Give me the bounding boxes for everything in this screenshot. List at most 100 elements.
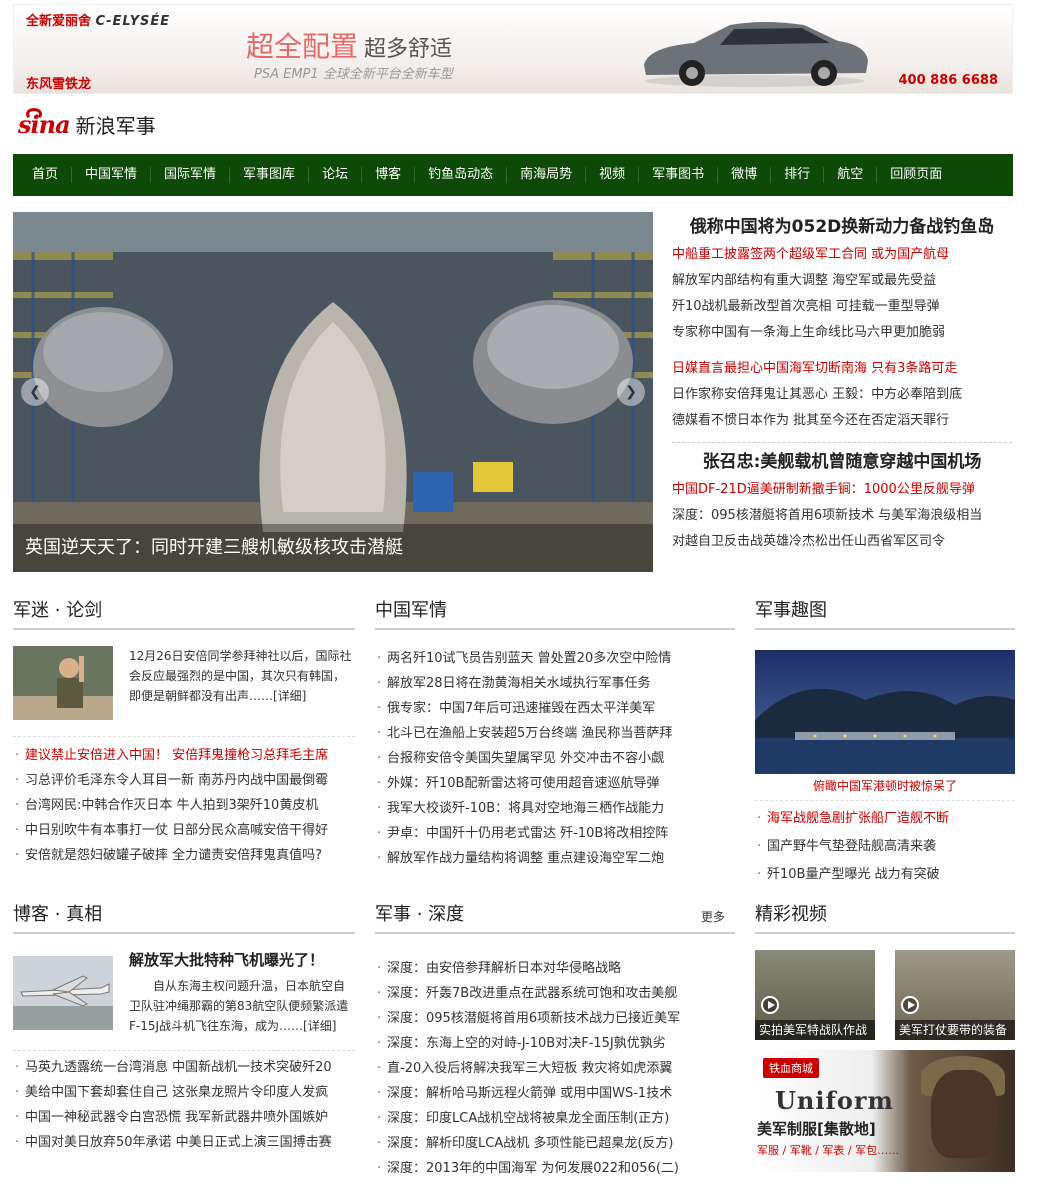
section-title[interactable]: 博客 · 真相 (13, 900, 355, 934)
list-item[interactable]: 俄专家：中国7年后可迅速摧毁在西太平洋美军 (375, 696, 735, 721)
video-card[interactable]: 实拍美军特战队作战 (755, 950, 875, 1040)
sina-eye-icon (26, 107, 42, 120)
list-item[interactable]: 习总评价毛泽东令人耳目一新 南苏丹内战中国最倒霉 (13, 768, 355, 793)
main-nav: 首页 中国军情 国际军情 军事图库 论坛 博客 钓鱼岛动态 南海局势 视频 军事… (13, 154, 1013, 196)
nav-gallery[interactable]: 军事图库 (230, 167, 310, 183)
list-item[interactable]: 北斗已在渔船上安装超5万台终端 渔民称当菩萨拜 (375, 721, 735, 746)
headline-item[interactable]: 歼10战机最新改型首次亮相 可挂载一重型导弹 (672, 294, 1012, 320)
list-item[interactable]: 深度：印度LCA战机空战将被臬龙全面压制(正方) (375, 1106, 735, 1131)
divider (672, 442, 1012, 443)
promo-title: Uniform (775, 1086, 894, 1115)
section-videos: 精彩视频 实拍美军特战队作战 美军打仗要带的装备 铁血商城 Uniform 美军… (755, 900, 1015, 1172)
nav-blog[interactable]: 博客 (362, 167, 416, 183)
list-item[interactable]: 安倍就是怨妇破罐子破摔 全力谴责安倍拜鬼真值吗? (13, 843, 355, 868)
list-item[interactable]: 歼10B量产型曝光 战力有突破 (755, 861, 1015, 889)
headline-main-2[interactable]: 张召忠:美舰载机曾随意穿越中国机场 (672, 447, 1012, 477)
video-card[interactable]: 美军打仗要带的装备 (895, 950, 1015, 1040)
section-title[interactable]: 中国军情 (375, 596, 735, 630)
headline-item[interactable]: 中国DF-21D逼美研制新撒手锏：1000公里反舰导弹 (672, 477, 1012, 503)
nav-south-sea[interactable]: 南海局势 (507, 167, 587, 183)
list-item[interactable]: 深度：由安倍参拜解析日本对华侵略战略 (375, 956, 735, 981)
list-item[interactable]: 深度：095核潜艇将首用6项新技术战力已接近美军 (375, 1006, 735, 1031)
nav-diaoyu[interactable]: 钓鱼岛动态 (415, 167, 508, 183)
list-item[interactable]: 深度：解析哈马斯远程火箭弹 或用中国WS-1技术 (375, 1081, 735, 1106)
list-item[interactable]: 美给中国下套却套住自己 这张臬龙照片令印度人发疯 (13, 1080, 355, 1105)
nav-aviation[interactable]: 航空 (824, 167, 878, 183)
blog-text[interactable]: 自从东海主权问题升温，日本航空自卫队驻冲绳那霸的第83航空队便频繁派遣F-15J… (129, 976, 355, 1036)
section-title[interactable]: 军事趣图 (755, 596, 1015, 630)
image-caption[interactable]: 俯瞰中国军港顿时被惊呆了 (755, 774, 1015, 798)
nav-video[interactable]: 视频 (586, 167, 640, 183)
section-title: 军事 · 深度 更多 (375, 900, 735, 934)
list-item[interactable]: 中国一神秘武器令白宫恐慌 我军新武器井喷外国嫉妒 (13, 1105, 355, 1130)
ad-maker: 东风雪铁龙 (26, 77, 92, 92)
headline-item[interactable]: 日媒直言最担心中国海军切断南海 只有3条路可走 (672, 356, 1012, 382)
list-item[interactable]: 尹卓：中国歼十仍用老式雷达 歼-10B将改相控阵 (375, 821, 735, 846)
headline-item[interactable]: 中船重工披露签两个超级军工合同 或为国产航母 (672, 242, 1012, 268)
promo-subtitle: 美军制服[集散地] (757, 1120, 876, 1138)
section-china-military: 中国军情 两名歼10试飞员告别蓝天 曾处置20多次空中险情 解放军28日将在渤黄… (375, 596, 735, 871)
banner-ad[interactable]: 全新爱丽舍 C-ELYSÉE 超全配置 超多舒适 PSA EMP1 全球全新平台全… (13, 4, 1013, 94)
junmi-thumbnail[interactable] (13, 646, 113, 720)
more-link[interactable]: 更多 (701, 902, 725, 932)
video-title: 实拍美军特战队作战 (755, 1020, 875, 1040)
nav-world-military[interactable]: 国际军情 (151, 167, 231, 183)
list-item[interactable]: 海军战舰急剧扩张船厂造舰不断 (755, 805, 1015, 833)
prev-slide-button[interactable]: ❮ (21, 378, 49, 406)
section-title[interactable]: 精彩视频 (755, 900, 1015, 934)
play-icon (901, 996, 919, 1014)
nav-rank[interactable]: 排行 (771, 167, 825, 183)
list-item[interactable]: 我军大校谈歼-10B：将具对空地海三栖作战能力 (375, 796, 735, 821)
headline-item[interactable]: 深度：095核潜艇将首用6项新技术 与美军海浪级相当 (672, 503, 1012, 529)
shipyard-image (13, 212, 653, 572)
list-item[interactable]: 深度：解析印度LCA战机 多项性能已超臬龙(反方) (375, 1131, 735, 1156)
next-slide-button[interactable]: ❯ (617, 378, 645, 406)
headline-item[interactable]: 对越自卫反击战英雄冷杰松出任山西省军区司令 (672, 529, 1012, 555)
nav-weibo[interactable]: 微博 (718, 167, 772, 183)
list-item[interactable]: 马英九透露统一台湾消息 中国新战机一技术突破歼20 (13, 1055, 355, 1080)
section-fun-pics: 军事趣图 俯瞰中国军港顿时被惊呆了 海军战舰急剧扩张船厂造舰不断 国产野牛气垫登… (755, 596, 1015, 889)
list-item[interactable]: 中国对美日放弃50年承诺 中美日正式上演三国搏击赛 (13, 1130, 355, 1155)
list-item[interactable]: 建议禁止安倍进入中国！ 安倍拜鬼撞枪习总拜毛主席 (13, 743, 355, 768)
headline-item[interactable]: 日作家称安倍拜鬼让其恶心 王毅：中方必奉陪到底 (672, 382, 1012, 408)
headline-main-1[interactable]: 俄称中国将为052D换新动力备战钓鱼岛 (672, 212, 1012, 242)
list-item[interactable]: 两名歼10试飞员告别蓝天 曾处置20多次空中险情 (375, 646, 735, 671)
ad-brand: 全新爱丽舍 C-ELYSÉE (26, 14, 171, 29)
nav-forum[interactable]: 论坛 (309, 167, 363, 183)
play-icon (761, 996, 779, 1014)
section-title[interactable]: 军迷 · 论剑 (13, 596, 355, 630)
junmi-summary[interactable]: 12月26日安倍同学参拜神社以后，国际社会反应最强烈的是中国，其次只有韩国，即便… (129, 646, 355, 720)
headline-item[interactable]: 专家称中国有一条海上生命线比马六甲更加脆弱 (672, 320, 1012, 346)
nav-home[interactable]: 首页 (19, 167, 73, 183)
slide-caption[interactable]: 英国逆天天了：同时开建三艘机敏级核攻击潜艇 (13, 524, 653, 572)
list-item[interactable]: 外媒：歼10B配新雷达将可使用超音速巡航导弹 (375, 771, 735, 796)
list-item[interactable]: 解放军28日将在渤黄海相关水域执行军事任务 (375, 671, 735, 696)
ad-slogan: 超全配置 超多舒适 (246, 30, 453, 63)
nav-books[interactable]: 军事图书 (639, 167, 719, 183)
section-junmi: 军迷 · 论剑 12月26日安倍同学参拜神社以后，国际社会反应最强烈的是中国，其… (13, 596, 355, 868)
aircraft-thumbnail[interactable] (13, 956, 113, 1030)
naval-port-image[interactable] (755, 650, 1015, 774)
list-item[interactable]: 深度：歼轰7B改进重点在武器系统可饱和攻击美舰 (375, 981, 735, 1006)
ad-phone: 400 886 6688 (898, 73, 998, 88)
list-item[interactable]: 深度：东海上空的对峙-J-10B对决F-15J孰优孰劣 (375, 1031, 735, 1056)
nav-review[interactable]: 回顾页面 (877, 167, 955, 183)
section-title-text[interactable]: 军事 · 深度 (375, 904, 464, 925)
list-item[interactable]: 中日别吹牛有本事打一仗 日部分民众高喊安倍干得好 (13, 818, 355, 843)
list-item[interactable]: 国产野牛气垫登陆舰高清来袭 (755, 833, 1015, 861)
list-item[interactable]: 台湾网民:中韩合作灭日本 牛人拍到3架歼10黄皮机 (13, 793, 355, 818)
headline-item[interactable]: 德媒看不惯日本作为 批其至今还在否定滔天罪行 (672, 408, 1012, 434)
uniform-promo-banner[interactable]: 铁血商城 Uniform 美军制服[集散地] 军服 / 军靴 / 军表 / 军包… (755, 1050, 1015, 1172)
nav-china-military[interactable]: 中国军情 (72, 167, 152, 183)
focus-slideshow[interactable]: ❮ ❯ 英国逆天天了：同时开建三艘机敏级核攻击潜艇 (13, 212, 653, 572)
video-title: 美军打仗要带的装备 (895, 1020, 1015, 1040)
list-item[interactable]: 直-20入役后将解决我军三大短板 救灾将如虎添翼 (375, 1056, 735, 1081)
blog-headline[interactable]: 解放军大批特种飞机曝光了！ (129, 950, 355, 970)
list-item[interactable]: 台报称安倍令美国失望属罕见 外交冲击不容小觑 (375, 746, 735, 771)
list-item[interactable]: 解放军作战力量结构将调整 重点建设海空军二炮 (375, 846, 735, 871)
list-item[interactable]: 深度：2013年的中国海军 为何发展022和056(二) (375, 1156, 735, 1181)
headline-item[interactable]: 解放军内部结构有重大调整 海空军或最先受益 (672, 268, 1012, 294)
top-headlines: 俄称中国将为052D换新动力备战钓鱼岛 中船重工披露签两个超级军工合同 或为国产… (672, 212, 1012, 555)
sina-military-logo[interactable]: sina 新浪军事 (18, 106, 156, 142)
blog-summary: 解放军大批特种飞机曝光了！ 自从东海主权问题升温，日本航空自卫队驻冲绳那霸的第8… (129, 950, 355, 1036)
